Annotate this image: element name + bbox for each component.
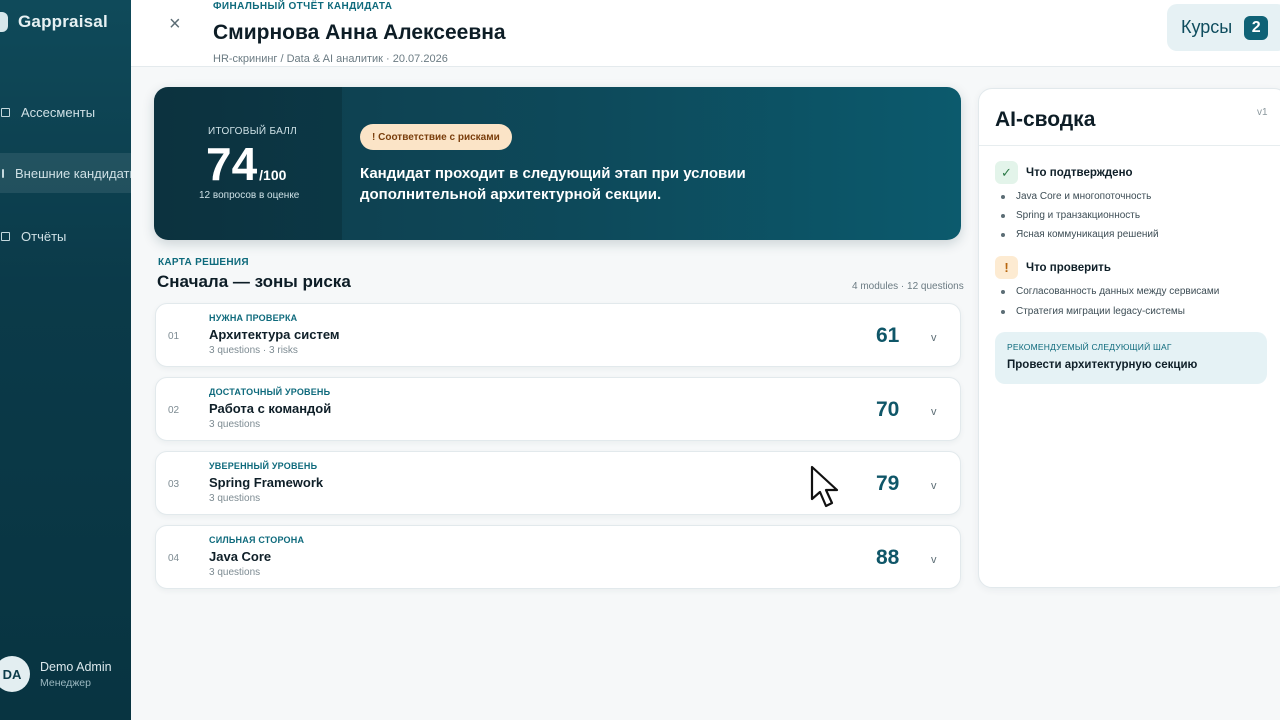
square-icon (2, 168, 4, 178)
user-role: Менеджер (40, 676, 91, 689)
module-title: Архитектура систем (209, 327, 340, 342)
module-status: УВЕРЕННЫЙ УРОВЕНЬ (209, 461, 318, 471)
user-profile[interactable]: DA Demo Admin Менеджер (0, 656, 112, 692)
section-title: Что проверить (1026, 261, 1111, 274)
confirmed-section-header: ✓ Что подтверждено (995, 161, 1133, 184)
module-row[interactable]: 04 СИЛЬНАЯ СТОРОНА Java Core 3 questions… (155, 525, 961, 589)
avatar: DA (0, 656, 30, 692)
score-subtitle: 12 вопросов в оценке (199, 190, 300, 201)
module-row[interactable]: 01 НУЖНА ПРОВЕРКА Архитектура систем 3 q… (155, 303, 961, 367)
decision-map-eyebrow: КАРТА РЕШЕНИЯ (158, 257, 249, 268)
ai-summary-card: AI-сводка v1 ✓ Что подтверждено Java Cor… (978, 88, 1280, 588)
sidebar-item-label: Внешние кандидаты (15, 165, 131, 181)
module-subtitle: 3 questions (209, 419, 261, 430)
module-number: 04 (168, 553, 180, 564)
module-subtitle: 3 questions (209, 567, 261, 578)
module-title: Spring Framework (209, 475, 324, 490)
list-item: Spring и транзакционность (1001, 210, 1140, 221)
list-item: Ясная коммуникация решений (1001, 229, 1159, 240)
module-status: ДОСТАТОЧНЫЙ УРОВЕНЬ (209, 387, 331, 397)
ai-summary-title: AI-сводка (995, 108, 1096, 131)
report-meta: HR-скрининг / Data & AI аналитик · 20.07… (213, 53, 448, 65)
version-label: v1 (1257, 107, 1268, 118)
header: × ФИНАЛЬНЫЙ ОТЧЁТ КАНДИДАТА Смирнова Анн… (131, 0, 1280, 67)
module-score: 61 (876, 324, 900, 347)
divider (979, 145, 1280, 146)
square-icon (1, 107, 10, 117)
verdict-text: Кандидат проходит в следующий этап при у… (360, 165, 746, 203)
courses-label: Курсы (1181, 17, 1233, 37)
status-badge: ! Соответствие с рисками (360, 124, 512, 150)
sidebar: Gappraisal Ассесменты Внешние кандидаты … (0, 0, 131, 720)
section-title: Что подтверждено (1026, 166, 1133, 179)
list-item: Согласованность данных между сервисами (1001, 286, 1219, 297)
sidebar-item-external-candidates[interactable]: Внешние кандидаты (0, 153, 131, 193)
report-eyebrow: ФИНАЛЬНЫЙ ОТЧЁТ КАНДИДАТА (213, 1, 393, 12)
chevron-down-icon[interactable]: v (931, 406, 937, 418)
module-row[interactable]: 02 ДОСТАТОЧНЫЙ УРОВЕНЬ Работа с командой… (155, 377, 961, 441)
module-score: 79 (876, 472, 900, 495)
list-item: Java Core и многопоточность (1001, 191, 1151, 202)
score-row: 74 /100 (206, 141, 286, 187)
module-subtitle: 3 questions (209, 493, 261, 504)
chevron-down-icon[interactable]: v (931, 332, 937, 344)
courses-count-badge: 2 (1244, 15, 1269, 40)
check-icon: ✓ (995, 161, 1018, 184)
user-name: Demo Admin (40, 659, 112, 674)
brand-logo[interactable]: Gappraisal (0, 12, 108, 32)
module-score: 88 (876, 546, 900, 569)
square-icon (1, 231, 10, 241)
score-panel: ИТОГОВЫЙ БАЛЛ 74 /100 12 вопросов в оцен… (154, 87, 342, 240)
decision-map-title: Сначала — зоны риска (157, 272, 351, 291)
module-title: Java Core (209, 549, 272, 564)
sidebar-item-reports[interactable]: Отчёты (0, 216, 131, 256)
module-number: 01 (168, 331, 180, 342)
module-number: 02 (168, 405, 180, 416)
to-check-section-header: ! Что проверить (995, 256, 1111, 279)
module-title: Работа с командой (209, 401, 332, 416)
chevron-down-icon[interactable]: v (931, 554, 937, 566)
next-step-card[interactable]: РЕКОМЕНДУЕМЫЙ СЛЕДУЮЩИЙ ШАГ Провести арх… (995, 332, 1267, 384)
modules-count: 4 modules · 12 questions (852, 281, 964, 292)
score-max: /100 (259, 167, 287, 183)
sidebar-item-label: Отчёты (21, 228, 67, 244)
next-step-text: Провести архитектурную секцию (1007, 359, 1198, 371)
mouse-pointer-icon (810, 465, 839, 508)
score-label: ИТОГОВЫЙ БАЛЛ (208, 126, 298, 137)
module-subtitle: 3 questions · 3 risks (209, 345, 298, 356)
module-number: 03 (168, 479, 180, 490)
module-status: СИЛЬНАЯ СТОРОНА (209, 535, 305, 545)
warning-icon: ! (995, 256, 1018, 279)
module-score: 70 (876, 398, 900, 421)
page-title: Смирнова Анна Алексеевна (213, 21, 506, 44)
sidebar-item-label: Ассесменты (21, 104, 96, 120)
courses-button[interactable]: Курсы 2 (1167, 4, 1280, 51)
close-icon[interactable]: × (169, 14, 181, 34)
logo-icon (0, 12, 8, 32)
module-status: НУЖНА ПРОВЕРКА (209, 313, 298, 323)
sidebar-item-assessments[interactable]: Ассесменты (0, 92, 131, 132)
total-score: 74 (206, 138, 258, 190)
list-item: Стратегия миграции legacy-системы (1001, 306, 1185, 317)
next-step-label: РЕКОМЕНДУЕМЫЙ СЛЕДУЮЩИЙ ШАГ (1007, 342, 1172, 352)
brand-name: Gappraisal (18, 12, 108, 31)
score-hero: ИТОГОВЫЙ БАЛЛ 74 /100 12 вопросов в оцен… (154, 87, 961, 240)
chevron-down-icon[interactable]: v (931, 480, 937, 492)
